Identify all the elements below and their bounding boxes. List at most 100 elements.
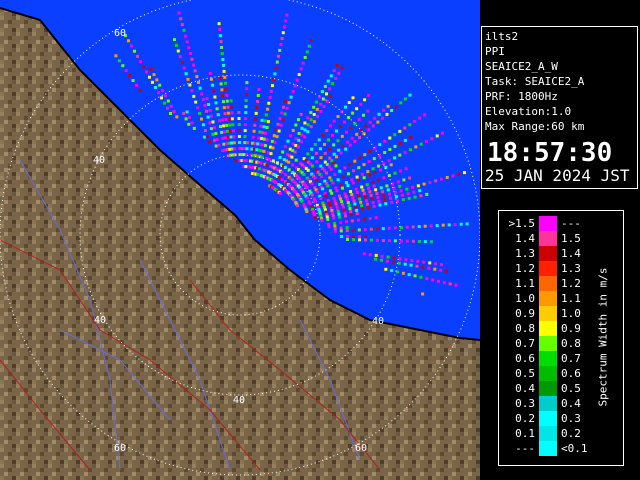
echo-cell: [366, 109, 370, 113]
echo-cell: [359, 102, 363, 106]
echo-cell: [445, 269, 449, 273]
echo-cell: [421, 265, 425, 269]
echo-cell: [279, 43, 283, 46]
scan-time: 18:57:30: [487, 138, 613, 168]
echo-cell: [336, 207, 340, 211]
echo-cell: [465, 222, 469, 226]
legend-left-label: ---: [515, 442, 535, 455]
echo-cell: [335, 204, 339, 208]
echo-cell: [355, 175, 359, 179]
echo-cell: [437, 279, 440, 283]
echo-cell: [265, 163, 269, 167]
echo-cell: [210, 77, 213, 81]
echo-cell: [381, 116, 384, 120]
echo-cell: [373, 116, 377, 120]
echo-cell: [341, 186, 344, 190]
echo-cell: [353, 202, 357, 206]
echo-cell: [320, 175, 324, 179]
echo-cell: [217, 119, 221, 123]
echo-cell: [351, 111, 355, 115]
legend-right-label: 1.2: [561, 277, 581, 290]
echo-cell: [393, 133, 397, 137]
echo-cell: [410, 258, 414, 262]
echo-cell: [380, 258, 383, 262]
echo-cell: [344, 147, 348, 151]
echo-cell: [398, 257, 402, 261]
echo-cell: [358, 136, 361, 139]
echo-cell: [333, 224, 337, 228]
echo-cell: [260, 137, 264, 140]
echo-cell: [194, 100, 198, 104]
echo-cell: [323, 84, 327, 88]
echo-cell: [332, 216, 336, 220]
echo-cell: [346, 184, 350, 187]
echo-cell: [166, 106, 169, 110]
echo-cell: [381, 239, 385, 242]
echo-cell: [361, 188, 365, 192]
svg-text:40: 40: [93, 155, 105, 166]
echo-cell: [225, 124, 229, 127]
echo-cell: [422, 260, 426, 264]
echo-cell: [237, 129, 241, 132]
echo-cell: [366, 206, 370, 210]
echo-cell: [169, 104, 173, 108]
echo-cell: [427, 266, 431, 270]
echo-cell: [223, 112, 227, 116]
echo-cell: [409, 263, 413, 267]
echo-cell: [215, 138, 219, 141]
echo-cell: [306, 123, 310, 127]
legend-left-label: >1.5: [508, 217, 536, 230]
echo-cell: [316, 115, 320, 119]
echo-cell: [257, 167, 261, 171]
echo-cell: [166, 99, 170, 103]
legend-swatch: [539, 336, 557, 351]
echo-cell: [364, 235, 367, 238]
echo-cell: [291, 163, 295, 167]
echo-cell: [244, 159, 248, 163]
legend-right-label: 1.4: [561, 247, 581, 260]
echo-cell: [355, 208, 359, 212]
color-legend: >1.5 --- 1.4 1.5 1.3 1.4 1.2 1.3 1.1 1.2 1.0 1.1 0.9…: [498, 210, 624, 466]
echo-cell: [266, 107, 270, 111]
echo-cell: [332, 69, 336, 73]
legend-left-label: 1.2: [515, 262, 535, 275]
echo-cell: [405, 225, 409, 229]
echo-cell: [185, 40, 189, 44]
echo-cell: [287, 160, 291, 164]
legend-right-label: 1.1: [561, 292, 581, 305]
echo-cell: [277, 129, 281, 133]
echo-cell: [345, 198, 349, 202]
echo-cell: [267, 157, 271, 161]
echo-cell: [319, 156, 323, 160]
echo-cell: [417, 240, 421, 243]
echo-cell: [297, 73, 301, 76]
echo-cell: [260, 118, 264, 122]
echo-cell: [362, 252, 366, 256]
echo-cell: [315, 190, 319, 194]
echo-cell: [363, 153, 367, 157]
echo-cell: [357, 178, 361, 182]
echo-cell: [228, 129, 232, 133]
echo-cell: [371, 180, 375, 184]
echo-cell: [312, 120, 316, 124]
echo-cell: [188, 115, 191, 119]
echo-cell: [381, 190, 385, 194]
echo-cell: [418, 116, 422, 120]
echo-cell: [385, 112, 389, 116]
echo-cell: [383, 151, 387, 154]
echo-cell: [325, 129, 329, 132]
echo-cell: [388, 192, 391, 196]
echo-cell: [337, 148, 341, 152]
echo-cell: [314, 199, 317, 203]
echo-cell: [336, 210, 340, 214]
echo-cell: [403, 126, 407, 130]
echo-cell: [340, 235, 343, 238]
echo-cell: [428, 261, 432, 265]
echo-cell: [135, 83, 138, 87]
echo-cell: [341, 144, 345, 148]
echo-cell: [408, 93, 412, 97]
legend-swatch: [539, 366, 557, 381]
echo-cell: [224, 87, 228, 91]
echo-cell: [161, 89, 164, 92]
echo-cell: [163, 94, 167, 98]
